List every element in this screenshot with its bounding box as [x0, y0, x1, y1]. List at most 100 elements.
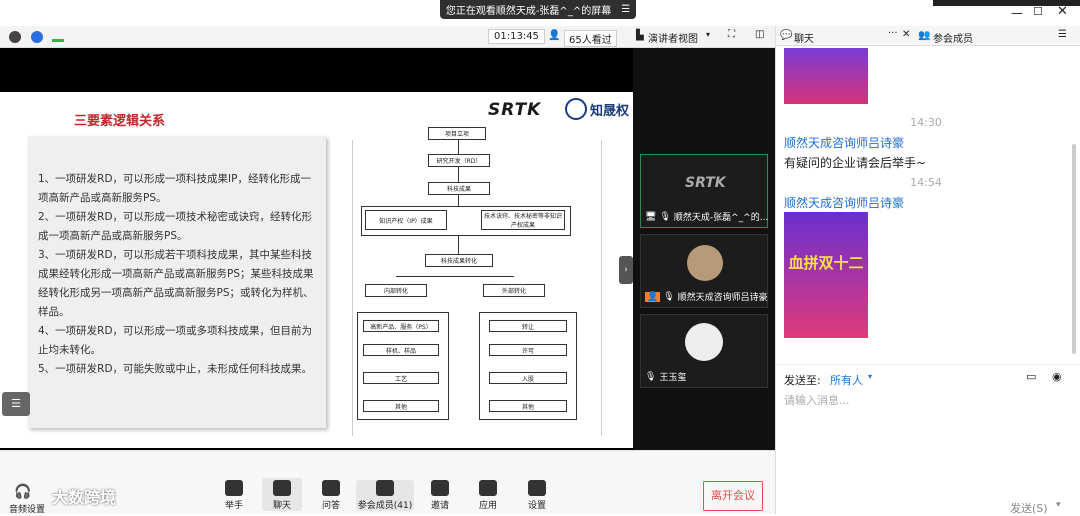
- bullet-item: 3、一项研发RD，可以形成若干项科技成果，其中某些科技成果经转化形成一项高新产品…: [38, 249, 314, 318]
- flow-node: 工艺: [363, 372, 439, 384]
- people-icon: [376, 480, 394, 496]
- chevron-down-icon[interactable]: ▾: [706, 30, 710, 39]
- chat-tab-icon: 💬: [780, 30, 793, 41]
- slide-list-icon[interactable]: ☰: [2, 392, 30, 416]
- flow-node: 研究开发（RD）: [428, 154, 490, 167]
- chat-input[interactable]: 请输入消息...: [784, 392, 850, 408]
- share-banner-text: 您正在观看顺然天成-张磊^_^的屏幕: [445, 6, 612, 17]
- chat-time: 14:30: [910, 116, 942, 129]
- flow-arrow: [458, 167, 459, 182]
- poster-image[interactable]: [784, 48, 868, 104]
- file-icon[interactable]: ▭: [1026, 370, 1036, 383]
- mic-icon: 🎙: [659, 211, 671, 222]
- flow-node: 项目立项: [428, 127, 486, 140]
- more-icon[interactable]: ···: [888, 28, 898, 39]
- video-tile-name: 顺然天成咨询师吕诗豪: [677, 293, 768, 303]
- bullet-item: 2、一项研发RD，可以形成一项技术秘密或诀窍，经转化形成一项高新产品或高新服务P…: [38, 211, 313, 242]
- invite-button[interactable]: 邀请: [420, 480, 460, 511]
- chat-message: 有疑问的企业请会后举手~: [784, 156, 927, 170]
- close-tab-icon[interactable]: ✕: [902, 29, 910, 40]
- tile-logo: SRTK: [685, 175, 726, 191]
- send-to-select[interactable]: 所有人: [830, 372, 863, 388]
- raise-hand-button[interactable]: 举手: [214, 480, 254, 511]
- apps-icon: [479, 480, 497, 496]
- close-icon[interactable]: ✕: [1057, 4, 1068, 19]
- leave-meeting-button[interactable]: 离开会议: [703, 481, 763, 511]
- info-icon[interactable]: [9, 31, 21, 43]
- layout-icon[interactable]: ◫: [755, 29, 764, 40]
- tab-members[interactable]: 参会成员: [933, 30, 973, 45]
- brand-seal-icon: [565, 98, 587, 120]
- flow-node: 转让: [489, 320, 567, 332]
- flow-node: 样机、样品: [363, 344, 439, 356]
- flowchart: 项目立项 研究开发（RD） 科技成果 知识产权（IP）成果 技术诀窍、技术秘密等…: [352, 127, 602, 436]
- qa-button[interactable]: 问答: [311, 480, 351, 511]
- chat-sender[interactable]: 顺然天成咨询师吕诗豪: [784, 194, 904, 211]
- video-tile[interactable]: 👤 🎙 顺然天成咨询师吕诗豪: [640, 234, 768, 308]
- meeting-timer: 01:13:45: [488, 29, 545, 44]
- menu-icon[interactable]: ☰: [621, 4, 630, 15]
- screenshot-icon[interactable]: ◉: [1052, 370, 1062, 383]
- flow-node: 科技成果转化: [425, 254, 493, 267]
- avatar: [687, 245, 723, 281]
- chat-button[interactable]: 聊天: [262, 478, 302, 511]
- flow-node: 科技成果: [428, 182, 490, 195]
- chat-time: 14:54: [910, 176, 942, 189]
- video-tile[interactable]: SRTK 🖥 🎙 顺然天成-张磊^_^的...: [640, 154, 768, 228]
- flow-node: 知识产权（IP）成果: [365, 210, 447, 230]
- flow-connector: [396, 276, 514, 277]
- share-banner[interactable]: 您正在观看顺然天成-张磊^_^的屏幕 ☰: [440, 0, 636, 19]
- audio-settings-icon[interactable]: 🎧: [14, 484, 31, 500]
- gear-icon: [528, 480, 546, 496]
- bullet-item: 4、一项研发RD，可以形成一项或多项科技成果，但目前为止均未转化。: [38, 325, 313, 356]
- collapse-chevron-icon[interactable]: ›: [619, 256, 633, 284]
- mic-muted-icon: 🎙: [645, 371, 657, 382]
- bullet-item: 5、一项研发RD，可能失败或中止，未形成任何科技成果。: [38, 363, 313, 375]
- video-tile-name: 王玉玺: [659, 373, 687, 383]
- question-icon: [322, 480, 340, 496]
- flow-node: 外部转化: [483, 284, 545, 297]
- side-panel: 💬 聊天 ··· ✕ 👥 参会成员 ☰ 14:30 顺然天成咨询师吕诗豪 有疑问…: [775, 26, 1080, 515]
- flow-arrow: [458, 140, 459, 154]
- panel-menu-icon[interactable]: ☰: [1058, 29, 1067, 40]
- divider: [776, 364, 1080, 365]
- chat-sender[interactable]: 顺然天成咨询师吕诗豪: [784, 134, 904, 151]
- chevron-down-icon[interactable]: ▾: [1056, 500, 1061, 510]
- video-tile-name: 顺然天成-张磊^_^的...: [673, 213, 769, 223]
- flow-arrow: [458, 236, 459, 254]
- slide-brand-name: 知晟权: [590, 104, 630, 119]
- flow-node: 其他: [489, 400, 567, 412]
- window-titlebar: — ☐ ✕: [775, 0, 1080, 26]
- avatar: [685, 323, 723, 361]
- bullet-item: 1、一项研发RD，可以形成一项科技成果IP，经转化形成一项高新产品或高新服务PS…: [38, 173, 311, 204]
- chat-icon: [273, 480, 291, 496]
- flow-node: 许可: [489, 344, 567, 356]
- signal-icon[interactable]: [52, 32, 64, 42]
- settings-button[interactable]: 设置: [517, 480, 557, 511]
- speaker-view-icon: ▙: [636, 30, 644, 41]
- chevron-down-icon[interactable]: ▾: [868, 372, 872, 381]
- audio-settings-label[interactable]: 音频设置: [9, 502, 45, 515]
- viewers-count[interactable]: 65人看过: [564, 30, 617, 47]
- fullscreen-icon[interactable]: ⛶: [728, 29, 735, 40]
- user-icon: 👤: [645, 291, 661, 302]
- maximize-icon[interactable]: ☐: [1033, 5, 1043, 18]
- apps-button[interactable]: 应用: [468, 480, 508, 511]
- bullets-panel: 1、一项研发RD，可以形成一项科技成果IP，经转化形成一项高新产品或高新服务PS…: [28, 136, 326, 428]
- participants-button[interactable]: 参会成员(41): [356, 480, 414, 511]
- minimize-icon[interactable]: —: [1011, 6, 1023, 20]
- flow-node: 高新产品、服务（PS）: [363, 320, 439, 332]
- view-mode-select[interactable]: 演讲者视图: [648, 30, 698, 45]
- tab-chat[interactable]: 聊天: [794, 30, 814, 45]
- send-to-label: 发送至:: [784, 374, 821, 387]
- video-tile[interactable]: 🎙 王玉玺: [640, 314, 768, 388]
- meeting-toolbar: 01:13:45 👤 65人看过 ▙ 演讲者视图 ▾ ⛶ ◫: [0, 26, 775, 48]
- members-tab-icon: 👥: [918, 30, 931, 41]
- viewer-icon: 👤: [548, 30, 561, 41]
- shield-icon[interactable]: [31, 31, 43, 43]
- hand-icon: [225, 480, 243, 496]
- flow-node: 入股: [489, 372, 567, 384]
- chat-scrollbar[interactable]: [1072, 144, 1076, 354]
- poster-image[interactable]: 血拼双十二: [784, 212, 868, 338]
- invite-icon: [431, 480, 449, 496]
